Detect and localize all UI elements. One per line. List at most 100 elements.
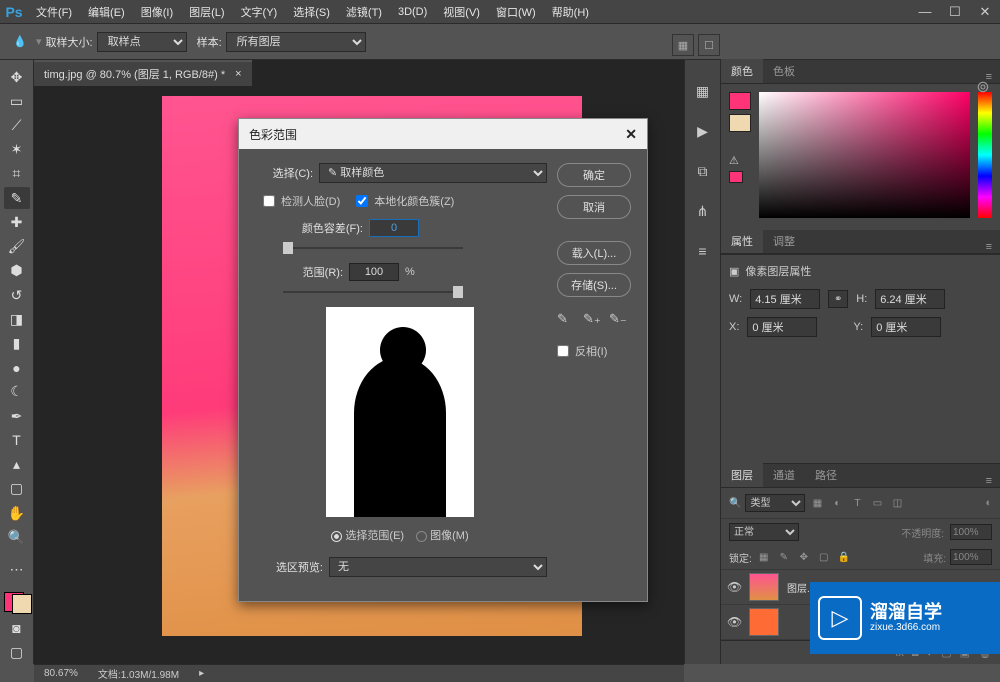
color-field[interactable] xyxy=(759,92,970,218)
localize-checkbox[interactable] xyxy=(356,195,368,207)
eyedropper-plus-icon[interactable]: ✎₊ xyxy=(583,311,601,329)
menu-type[interactable]: 文字(Y) xyxy=(233,4,286,20)
document-tab-close[interactable]: × xyxy=(235,68,241,80)
panel-menu-icon[interactable]: ≡ xyxy=(978,475,1000,487)
visibility-icon[interactable]: 👁 xyxy=(727,580,741,594)
eyedropper-minus-icon[interactable]: ✎₋ xyxy=(609,311,627,329)
paths-tab[interactable]: 路径 xyxy=(805,463,847,487)
blur-tool[interactable]: ● xyxy=(4,357,30,379)
filter-adjust-icon[interactable]: ◐ xyxy=(829,496,845,510)
adjustments-tab[interactable]: 调整 xyxy=(763,229,805,253)
hue-slider[interactable] xyxy=(978,92,992,218)
lock-pos-icon[interactable]: ✥ xyxy=(796,550,812,564)
gradient-tool[interactable]: ▮ xyxy=(4,332,30,354)
range-slider[interactable] xyxy=(283,291,463,293)
stamp-tool[interactable]: ⬢ xyxy=(4,260,30,282)
color-tab[interactable]: 颜色 xyxy=(721,59,763,83)
radio-selection[interactable]: 选择范围(E) xyxy=(331,527,404,543)
x-input[interactable] xyxy=(747,317,817,337)
opacity-input[interactable] xyxy=(950,524,992,540)
layer-filter-select[interactable]: 类型 xyxy=(745,494,805,512)
dodge-tool[interactable]: ☾ xyxy=(4,381,30,403)
history-icon[interactable]: ▦ xyxy=(692,80,714,102)
save-button[interactable]: 存储(S)... xyxy=(557,273,631,297)
menu-filter[interactable]: 滤镜(T) xyxy=(338,4,390,20)
ok-button[interactable]: 确定 xyxy=(557,163,631,187)
sample-select[interactable]: 所有图层 xyxy=(226,32,366,52)
visibility-icon[interactable]: 👁 xyxy=(727,615,741,629)
menu-view[interactable]: 视图(V) xyxy=(435,4,488,20)
load-button[interactable]: 载入(L)... xyxy=(557,241,631,265)
menu-select[interactable]: 选择(S) xyxy=(285,4,338,20)
lock-all-icon[interactable]: ▦ xyxy=(756,550,772,564)
edit-toolbar[interactable]: ⋯ xyxy=(4,558,30,580)
lock-artboard-icon[interactable]: ▢ xyxy=(816,550,832,564)
screenmode-toggle[interactable]: ▢ xyxy=(4,642,30,664)
minimize-button[interactable]: ― xyxy=(910,2,940,22)
menu-file[interactable]: 文件(F) xyxy=(28,4,80,20)
quickmask-toggle[interactable]: ◙ xyxy=(4,617,30,639)
marquee-tool[interactable]: ▭ xyxy=(4,90,30,112)
fill-input[interactable] xyxy=(950,549,992,565)
path-select-tool[interactable]: ▴ xyxy=(4,454,30,476)
fg-swatch[interactable] xyxy=(729,92,751,110)
filter-shape-icon[interactable]: ▭ xyxy=(869,496,885,510)
link-dims-icon[interactable]: ⚭ xyxy=(828,290,848,308)
pen-tool[interactable]: ✒ xyxy=(4,405,30,427)
panel-menu-icon[interactable]: ≡ xyxy=(978,241,1000,253)
menu-3d[interactable]: 3D(D) xyxy=(390,6,435,18)
background-color[interactable] xyxy=(12,594,32,614)
crop-tool[interactable]: ⌗ xyxy=(4,163,30,185)
dialog-titlebar[interactable]: 色彩范围 ✕ xyxy=(239,119,647,149)
dialog-close-icon[interactable]: ✕ xyxy=(625,126,637,143)
move-tool[interactable]: ✥ xyxy=(4,66,30,88)
properties-tab[interactable]: 属性 xyxy=(721,229,763,253)
heal-tool[interactable]: ✚ xyxy=(4,211,30,233)
width-input[interactable] xyxy=(750,289,820,309)
filter-pixel-icon[interactable]: ▦ xyxy=(809,496,825,510)
close-button[interactable]: ✕ xyxy=(970,2,1000,22)
hand-tool[interactable]: ✋ xyxy=(4,502,30,524)
layer-thumb[interactable] xyxy=(749,608,779,636)
lasso-tool[interactable]: ⟋ xyxy=(4,114,30,136)
menu-help[interactable]: 帮助(H) xyxy=(544,4,597,20)
blend-mode-select[interactable]: 正常 xyxy=(729,523,799,541)
sample-size-select[interactable]: 取样点 xyxy=(97,32,187,52)
type-tool[interactable]: T xyxy=(4,429,30,451)
eyedropper-tool[interactable]: ✎ xyxy=(4,187,30,209)
brush-panel-icon[interactable]: ⋔ xyxy=(692,200,714,222)
menu-layer[interactable]: 图层(L) xyxy=(181,4,232,20)
radio-image[interactable]: 图像(M) xyxy=(416,527,469,543)
maximize-button[interactable]: ☐ xyxy=(940,2,970,22)
cc-libraries-icon[interactable]: ⊚ xyxy=(970,74,996,100)
range-input[interactable] xyxy=(349,263,399,281)
eyedropper-icon[interactable]: ✎ xyxy=(557,311,575,329)
eraser-tool[interactable]: ◨ xyxy=(4,308,30,330)
fuzziness-input[interactable] xyxy=(369,219,419,237)
y-input[interactable] xyxy=(871,317,941,337)
select-dropdown[interactable]: ✎ 取样颜色 xyxy=(319,163,547,183)
invert-checkbox[interactable] xyxy=(557,345,569,357)
layers-tab[interactable]: 图层 xyxy=(721,463,763,487)
brush-tool[interactable]: 🖌 xyxy=(4,236,30,258)
rectangle-tool[interactable]: ▢ xyxy=(4,478,30,500)
lock-icon[interactable]: 🔒 xyxy=(836,550,852,564)
height-input[interactable] xyxy=(875,289,945,309)
arrange-btn[interactable]: ▦ xyxy=(672,34,694,56)
detect-faces-checkbox[interactable] xyxy=(263,195,275,207)
layer-thumb[interactable] xyxy=(749,573,779,601)
cancel-button[interactable]: 取消 xyxy=(557,195,631,219)
menu-window[interactable]: 窗口(W) xyxy=(488,4,544,20)
paragraph-icon[interactable]: ≡ xyxy=(692,240,714,262)
screen-mode-btn[interactable]: ☐ xyxy=(698,34,720,56)
document-tab[interactable]: timg.jpg @ 80.7% (图层 1, RGB/8#) * × xyxy=(34,60,252,86)
preview-dropdown[interactable]: 无 xyxy=(329,557,547,577)
actions-icon[interactable]: ▶ xyxy=(692,120,714,142)
quick-select-tool[interactable]: ✶ xyxy=(4,139,30,161)
info-icon[interactable]: ⧉ xyxy=(692,160,714,182)
menu-image[interactable]: 图像(I) xyxy=(133,4,181,20)
bg-swatch[interactable] xyxy=(729,114,751,132)
swatches-tab[interactable]: 色板 xyxy=(763,59,805,83)
filter-type-icon[interactable]: T xyxy=(849,496,865,510)
fuzziness-slider[interactable] xyxy=(283,247,463,249)
